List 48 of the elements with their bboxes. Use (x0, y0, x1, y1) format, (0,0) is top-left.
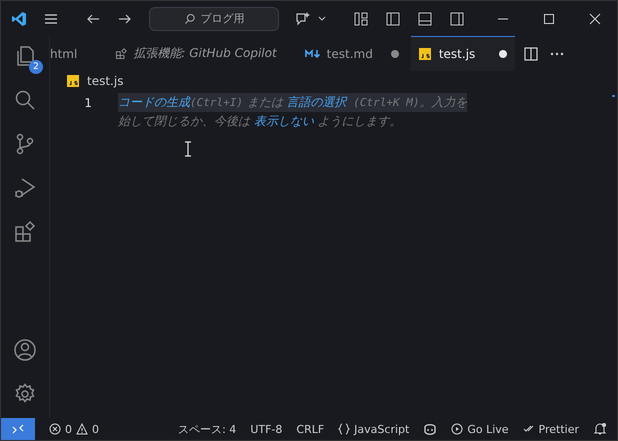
editor-tab[interactable]: test.js (410, 36, 516, 71)
editor-tab[interactable]: 拡張機能: GitHub Copilot (107, 36, 285, 71)
indent-status[interactable]: スペース: 4 (178, 422, 236, 436)
secondary-sidebar-icon[interactable] (449, 10, 465, 26)
line-number: 1 (84, 96, 92, 110)
sidebar-toggle-icon[interactable] (385, 10, 401, 26)
remote-button[interactable] (1, 418, 35, 440)
text-cursor-icon (184, 141, 192, 157)
panel-toggle-icon[interactable] (417, 10, 433, 26)
hint-link[interactable]: 表示しない (254, 114, 314, 128)
remote-icon (12, 423, 24, 435)
close-icon[interactable] (587, 10, 603, 26)
extensions-icon (115, 48, 128, 60)
copilot-icon[interactable] (423, 422, 438, 436)
account-icon[interactable] (13, 338, 37, 362)
hint-text: コードの生成(Ctrl+I) または 言語の選択 (Ctrl+K M)。入力を (118, 93, 468, 112)
editor-tab[interactable]: html (50, 36, 86, 71)
run-debug-icon[interactable] (13, 176, 37, 200)
encoding-status[interactable]: UTF-8 (250, 422, 282, 436)
warning-icon (76, 423, 88, 435)
error-icon (49, 423, 61, 435)
language-status[interactable]: JavaScript (338, 422, 410, 436)
prettier-status[interactable]: Prettier (522, 422, 579, 436)
chat-sparkle-icon[interactable] (295, 10, 311, 26)
layout-icon[interactable] (353, 10, 369, 26)
search-icon (184, 12, 196, 24)
app-logo-icon (11, 10, 27, 26)
js-file-icon (418, 48, 431, 60)
js-file-icon (67, 75, 79, 87)
search-icon[interactable] (13, 88, 37, 112)
braces-icon (338, 423, 350, 435)
dropdown-caret-icon[interactable] (317, 14, 327, 24)
hint-link[interactable]: コードの生成 (118, 95, 190, 109)
unsaved-dot-icon (390, 50, 399, 58)
split-editor-icon[interactable] (523, 46, 540, 62)
bell-icon[interactable] (593, 422, 607, 436)
hint-text: 始して閉じるか、今後は 表示しない ようにします。 (118, 113, 402, 130)
play-circle-icon (451, 423, 464, 435)
unsaved-dot-icon (499, 50, 508, 58)
line-ending-status[interactable]: CRLF (296, 422, 324, 436)
editor-tab[interactable]: test.md (296, 36, 407, 71)
problems-status[interactable]: 0 0 (49, 422, 99, 436)
go-live-button[interactable]: Go Live (451, 422, 509, 436)
hint-link[interactable]: 言語の選択 (286, 95, 347, 109)
command-search-field[interactable]: ブログ用 (149, 6, 279, 30)
extensions-icon[interactable] (13, 220, 37, 244)
breadcrumb-item[interactable]: test.js (87, 74, 124, 88)
notification-badge: 2 (29, 60, 43, 74)
